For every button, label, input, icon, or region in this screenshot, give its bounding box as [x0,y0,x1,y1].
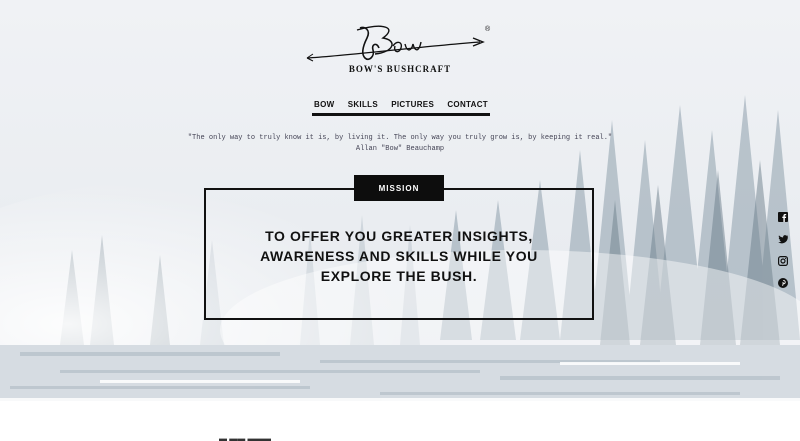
mission-label: MISSION [354,175,444,201]
main-nav: BOW SKILLS PICTURES CONTACT [312,97,490,116]
bow-signature-logo: ® [306,25,491,62]
nav-item-pictures[interactable]: PICTURES [391,97,434,109]
quote-text: "The only way to truly know it is, by li… [187,134,613,142]
page-bottom-white-band [0,401,800,441]
nav-item-contact[interactable]: CONTACT [447,97,488,109]
mission-statement: TO OFFER YOU GREATER INSIGHTS, AWARENESS… [260,228,538,284]
quote-author: Allan "Bow" Beauchamp [355,145,445,153]
brand-name: BOW'S BUSHCRAFT [348,64,452,74]
facebook-icon[interactable] [778,209,788,222]
twitter-icon[interactable] [778,231,788,244]
nav-item-bow[interactable]: BOW [314,97,334,109]
mission-box: TO OFFER YOU GREATER INSIGHTS, AWARENESS… [204,188,594,320]
social-links [778,209,789,288]
site-logo[interactable]: ® BOW'S BUSHCRAFT [0,18,800,74]
instagram-icon[interactable] [778,253,789,267]
registered-mark: ® [485,25,491,33]
cut-off-heading: ▬ ▬▬ ▬▬▬ [219,434,272,441]
quote-block: "The only way to truly know it is, by li… [0,133,800,155]
nav-item-skills[interactable]: SKILLS [348,97,378,109]
pinterest-icon[interactable] [778,275,788,288]
